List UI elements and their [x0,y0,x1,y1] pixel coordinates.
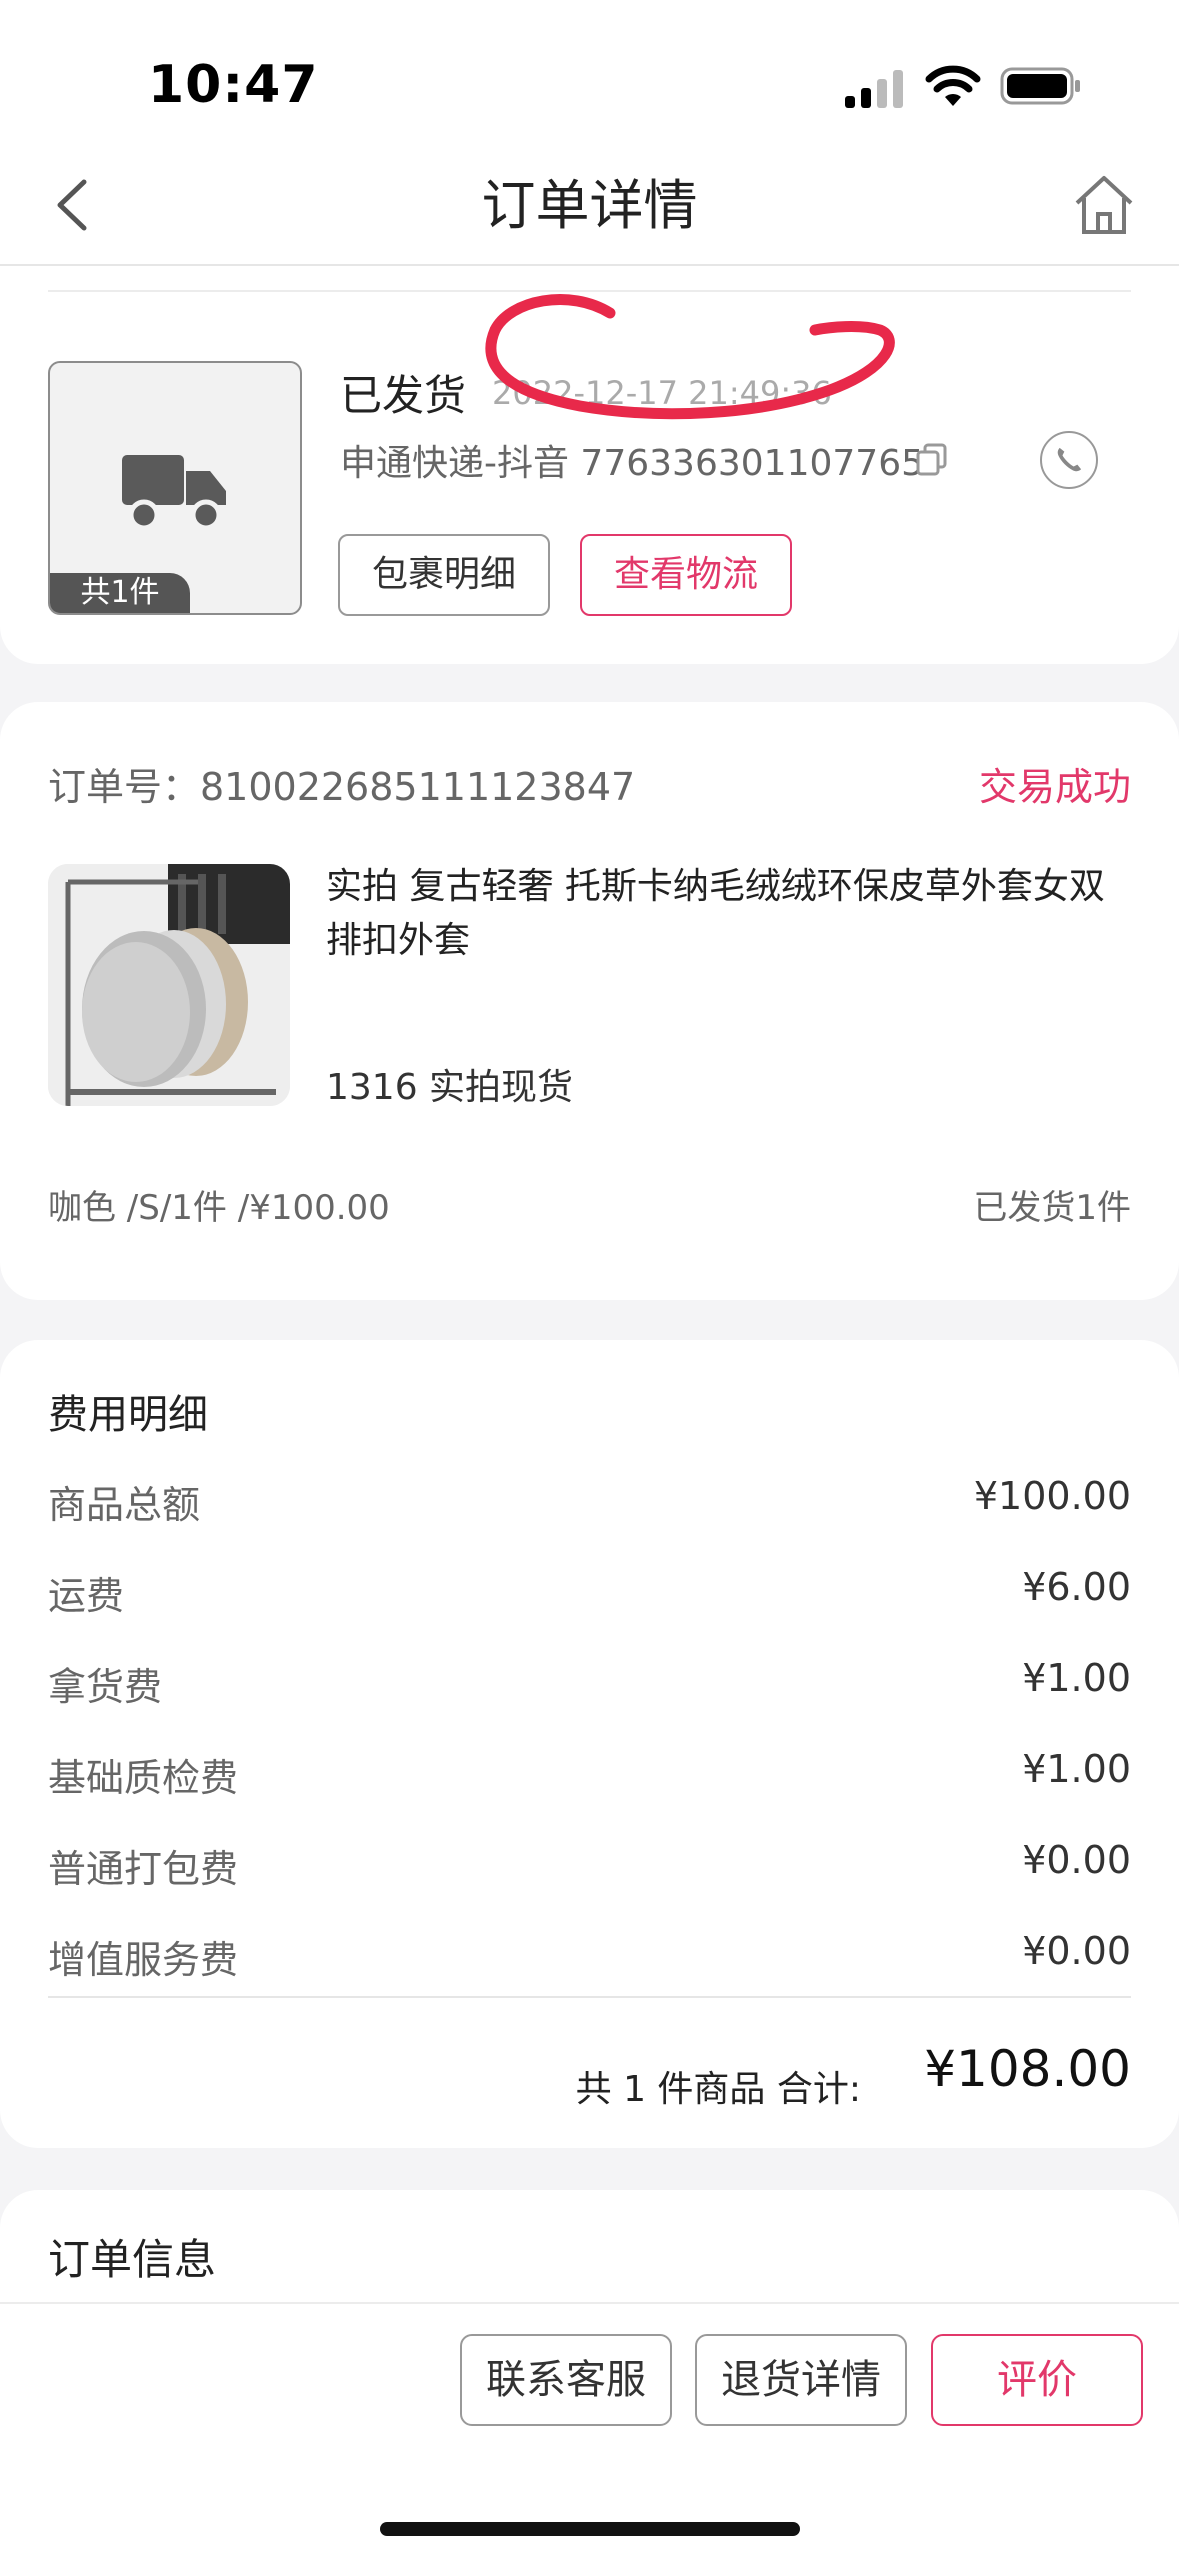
shipment-thumbnail[interactable]: 共1件 [48,361,302,615]
fee-value: ¥0.00 [1022,1838,1131,1882]
fee-details-card: 费用明细 商品总额 ¥100.00 运费 ¥6.00 拿货费 ¥1.00 基础质… [0,1340,1179,2148]
shipped-count: 已发货1件 [973,1188,1131,1228]
product-spec: 咖色 /S/1件 /¥100.00 [48,1188,390,1228]
total-label: 共 1 件商品 合计: [575,2069,861,2110]
wifi-icon [925,65,981,106]
battery-icon [1000,67,1080,105]
phone-icon [1057,447,1082,472]
status-time: 10:47 [148,55,319,115]
fee-value: ¥1.00 [1022,1656,1131,1700]
product-name[interactable]: 实拍 复古轻奢 托斯卡纳毛绒绒环保皮草外套女双排扣外套 [326,860,1136,968]
product-image[interactable] [48,864,290,1106]
fee-value: ¥6.00 [1022,1565,1131,1609]
fee-label: 普通打包费 [48,1847,239,1891]
item-count-tag: 共1件 [50,573,190,613]
parcel-details-button[interactable]: 包裹明细 [338,534,550,616]
fee-row: 商品总额 ¥100.00 [48,1474,1131,1534]
bottom-action-bar: 联系客服 退货详情 评价 [0,2302,1179,2556]
fee-value: ¥100.00 [973,1474,1131,1518]
order-info-title: 订单信息 [48,2235,217,2284]
signal-icon [845,70,903,108]
fee-label: 增值服务费 [48,1938,239,1982]
divider [48,290,1131,292]
return-details-button[interactable]: 退货详情 [695,2334,907,2426]
review-button[interactable]: 评价 [931,2334,1143,2426]
fee-label: 商品总额 [48,1483,201,1527]
tracking-number: 申通快递-抖音 776336301107765 [340,443,924,484]
order-card: 订单号：810022685111123847 交易成功 实拍 复古轻奢 托斯卡纳… [0,702,1179,1300]
fee-value: ¥1.00 [1022,1747,1131,1791]
shipment-card: 共1件 已发货 2022-12-17 21:49:36 申通快递-抖音 7763… [0,266,1179,664]
coat-image [48,864,290,1106]
page-title: 订单详情 [481,174,698,237]
home-indicator[interactable] [380,2522,800,2536]
fee-title: 费用明细 [48,1392,208,1438]
fee-row: 拿货费 ¥1.00 [48,1656,1131,1716]
truck-icon [122,455,226,531]
fee-row: 增值服务费 ¥0.00 [48,1929,1131,1989]
nav-bar: 订单详情 [0,150,1179,266]
status-bar: 10:47 [0,0,1179,150]
product-code: 1316 实拍现货 [326,1067,574,1108]
order-number: 订单号：810022685111123847 [48,765,636,809]
divider [48,1996,1131,1998]
shipment-status: 已发货 [340,371,467,420]
copy-icon[interactable] [915,442,949,476]
fee-label: 基础质检费 [48,1756,239,1800]
order-status: 交易成功 [978,765,1131,809]
call-button[interactable] [1040,431,1098,489]
shipment-time: 2022-12-17 21:49:36 [492,374,832,412]
fee-row: 普通打包费 ¥0.00 [48,1838,1131,1898]
home-icon[interactable] [1069,170,1139,240]
view-logistics-button[interactable]: 查看物流 [580,534,792,616]
fee-label: 运费 [48,1574,125,1618]
fee-row: 运费 ¥6.00 [48,1565,1131,1625]
total-amount: ¥108.00 [924,2040,1131,2098]
contact-service-button[interactable]: 联系客服 [460,2334,672,2426]
fee-label: 拿货费 [48,1665,163,1709]
fee-value: ¥0.00 [1022,1929,1131,1973]
fee-row: 基础质检费 ¥1.00 [48,1747,1131,1807]
